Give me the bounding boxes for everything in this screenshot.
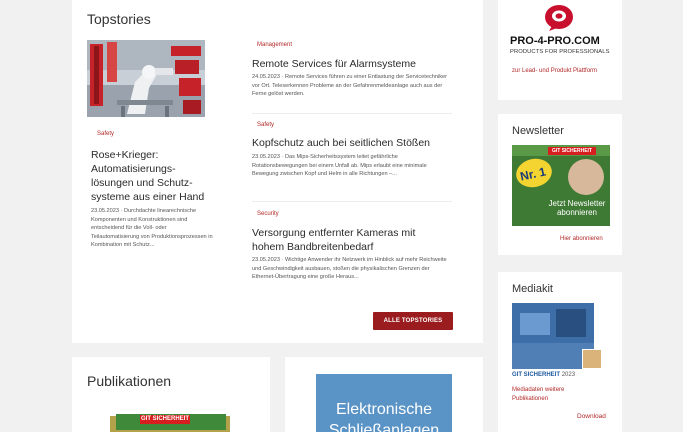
article-category[interactable]: Security — [257, 211, 279, 217]
featured-excerpt-text: Durchdachte linearechnische Komponenten … — [91, 208, 213, 249]
mediakit-description[interactable]: Mediadaten weitere Publikationen — [512, 386, 590, 404]
pro4pro-logo-text[interactable]: PRO-4-PRO.COM — [510, 35, 620, 47]
mediakit-thumb — [582, 349, 602, 369]
article-excerpt-text: Wichtige Anwender ihr Netzwerk im Hinbli… — [252, 257, 447, 281]
featured-title[interactable]: Rose+Krieger: Automatisierungs-lösungen … — [91, 148, 216, 204]
newsletter-card: Newsletter GIT SICHERHEIT Nr. 1 Jetzt Ne… — [498, 114, 622, 255]
mediakit-download-link[interactable]: Download — [577, 413, 606, 420]
article-date: 23.05.2023 — [252, 257, 280, 263]
newsletter-cover-brand: GIT SICHERHEIT — [548, 147, 596, 155]
banner-card: Elektronische Schließanlagen — [285, 357, 483, 432]
banner-line2: Schließanlagen — [328, 422, 440, 432]
article-excerpt: 23.05.2023 · Wichtige Anwender ihr Netzw… — [252, 257, 447, 281]
article-title[interactable]: Kopfschutz auch bei seitlichen Stößen — [252, 136, 462, 150]
article-divider — [252, 201, 452, 202]
article-excerpt: 24.05.2023 · Remote Services führen zu e… — [252, 74, 447, 98]
newsletter-cover-person — [568, 159, 604, 195]
all-topstories-button[interactable]: ALLE TOPSTORIES — [373, 312, 453, 330]
mediakit-year: 2023 — [561, 372, 576, 378]
article-title[interactable]: Remote Services für Alarmsysteme — [252, 57, 452, 71]
newsletter-cover-cta: Jetzt Newsletter abonnieren — [548, 199, 606, 217]
mediakit-heading: Mediakit — [512, 283, 553, 295]
mediakit-card: Mediakit GIT SICHERHEIT 2023 Mediadaten … — [498, 272, 622, 432]
pro4pro-description[interactable]: zur Lead- und Produkt Plattform — [512, 67, 602, 76]
article-category[interactable]: Safety — [257, 122, 274, 128]
article-excerpt: 23.05.2023 · Das Mips-Sicherheitssystem … — [252, 154, 427, 178]
featured-date: 23.05.2023 — [91, 208, 119, 214]
magazine-brand: GIT SICHERHEIT — [140, 415, 190, 424]
article-title[interactable]: Versorgung entfernter Kameras mit hohem … — [252, 226, 437, 254]
mediakit-brand: GIT SICHERHEIT — [512, 372, 561, 378]
newsletter-heading: Newsletter — [512, 125, 564, 137]
featured-excerpt: 23.05.2023 · Durchdachte linearechnische… — [91, 208, 213, 249]
article-date: 23.05.2023 — [252, 154, 280, 160]
article-category[interactable]: Management — [257, 42, 292, 48]
topstories-heading: Topstories — [87, 11, 151, 27]
article-excerpt-text: Remote Services führen zu einer Entlastu… — [252, 74, 447, 98]
mediakit-title: GIT SICHERHEIT 2023 — [512, 372, 575, 378]
article-date: 24.05.2023 — [252, 74, 280, 80]
pro4pro-tagline: PRODUCTS FOR PROFESSIONALS — [510, 49, 610, 55]
pro4pro-logo-icon[interactable] — [543, 4, 575, 32]
magazine-stack[interactable]: GIT SICHERHEIT — [110, 413, 230, 432]
publications-heading: Publikationen — [87, 373, 172, 389]
newsletter-cover[interactable]: GIT SICHERHEIT Nr. 1 Jetzt Newsletter ab… — [512, 145, 610, 226]
pro4pro-card: PRO-4-PRO.COM PRODUCTS FOR PROFESSIONALS… — [498, 0, 622, 100]
featured-image[interactable] — [87, 40, 205, 117]
newsletter-subscribe-link[interactable]: Hier abonnieren — [560, 236, 603, 242]
featured-category[interactable]: Safety — [97, 131, 114, 137]
schliessanlagen-banner[interactable]: Elektronische Schließanlagen — [316, 374, 452, 432]
article-divider — [252, 113, 452, 114]
topstories-card: Topstories Safety Rose+Krieger: Automati… — [72, 0, 483, 343]
banner-line1: Elektronische — [335, 401, 433, 418]
publications-card: Publikationen GIT SICHERHEIT — [72, 357, 270, 432]
